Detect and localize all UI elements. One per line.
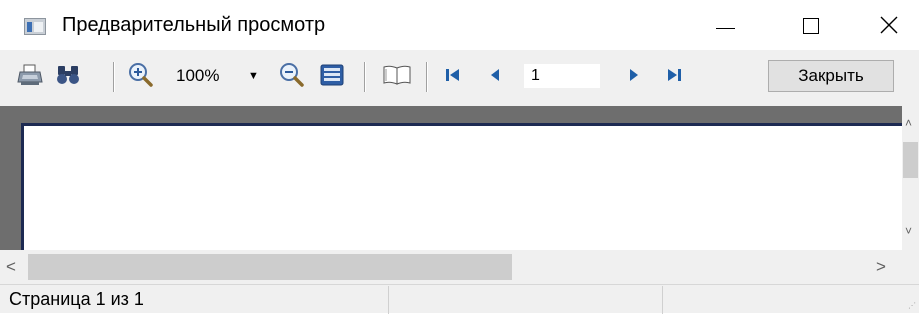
zoom-select[interactable]: 100% ▼	[170, 64, 262, 88]
find-binoculars-icon[interactable]	[54, 62, 82, 88]
next-page-icon[interactable]	[623, 62, 645, 88]
scroll-left-icon[interactable]: <	[6, 254, 16, 280]
close-button[interactable]: Закрыть	[768, 60, 894, 92]
toolbar-separator	[364, 62, 366, 92]
book-icon[interactable]	[380, 62, 414, 88]
report-page	[21, 123, 902, 250]
scroll-corner	[902, 250, 919, 284]
scroll-right-icon[interactable]: >	[876, 254, 886, 280]
zoom-value: 100%	[176, 66, 220, 85]
page-number-input[interactable]	[524, 64, 600, 88]
status-divider	[662, 286, 663, 314]
zoom-in-icon[interactable]	[127, 62, 155, 88]
scroll-up-icon[interactable]: ˄	[905, 116, 912, 130]
page-width-icon[interactable]	[318, 62, 346, 88]
toolbar-separator	[113, 62, 115, 92]
horizontal-scrollbar[interactable]: < >	[0, 250, 902, 284]
maximize-icon[interactable]	[788, 0, 834, 50]
vertical-scrollbar[interactable]: ˄ ˅	[902, 106, 919, 250]
resize-grip-icon[interactable]: ⋰	[908, 301, 916, 310]
scroll-down-icon[interactable]: ˅	[905, 224, 912, 238]
status-bar: Страница 1 из 1 ⋰	[0, 284, 919, 314]
title-bar: Предварительный просмотр	[0, 0, 919, 50]
preview-window-icon	[24, 18, 46, 35]
page-info-status: Страница 1 из 1	[9, 289, 144, 309]
first-page-icon[interactable]	[440, 62, 466, 88]
preview-area[interactable]	[0, 106, 902, 250]
minimize-icon[interactable]	[701, 0, 747, 50]
zoom-out-icon[interactable]	[278, 62, 306, 88]
last-page-icon[interactable]	[661, 62, 687, 88]
horizontal-scroll-thumb[interactable]	[28, 254, 512, 280]
print-icon[interactable]	[16, 62, 44, 88]
window-title: Предварительный просмотр	[62, 14, 326, 36]
vertical-scroll-thumb[interactable]	[903, 142, 918, 178]
previous-page-icon[interactable]	[484, 62, 506, 88]
toolbar-separator	[426, 62, 428, 92]
status-divider	[388, 286, 389, 314]
close-icon[interactable]	[866, 0, 912, 50]
chevron-down-icon[interactable]: ▼	[248, 64, 259, 88]
toolbar: 100% ▼ 1 Закрыть	[0, 50, 919, 106]
